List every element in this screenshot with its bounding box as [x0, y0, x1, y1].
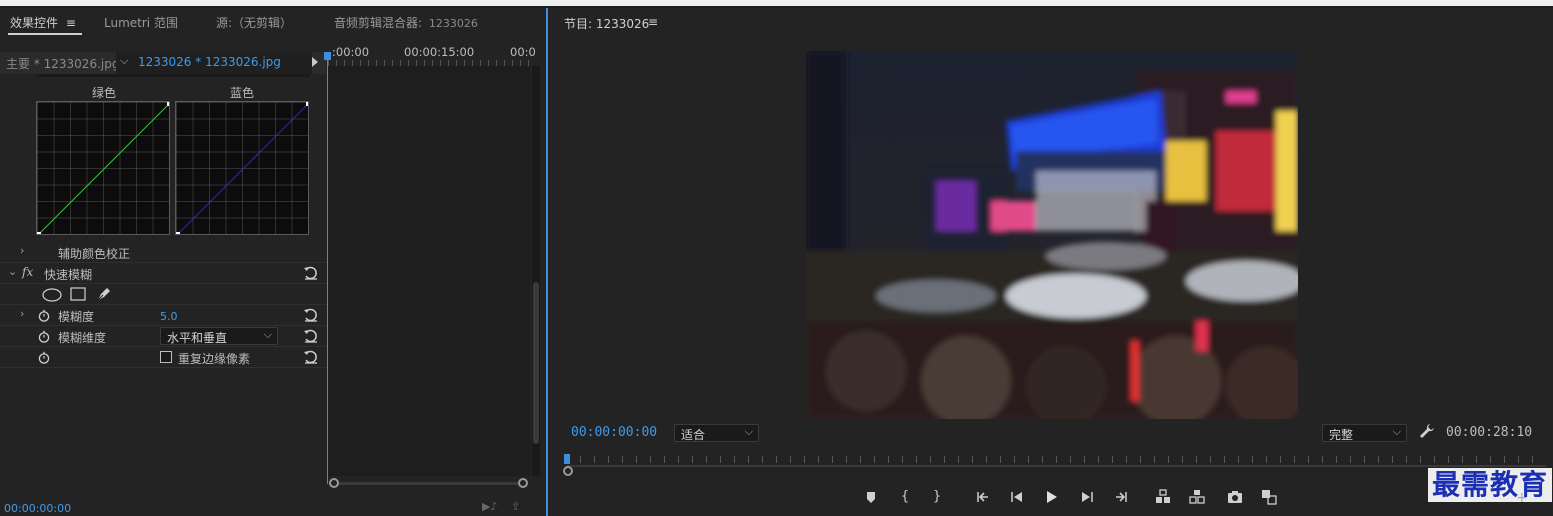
panel-menu-icon[interactable]: ≡	[648, 15, 658, 29]
tab-audio-clip-mixer-label: 音频剪辑混合器:	[334, 16, 423, 30]
chevron-down-icon: ⌵	[1392, 425, 1401, 438]
program-current-time[interactable]: 00:00:00:00	[571, 425, 657, 440]
curve-divider	[36, 74, 310, 77]
blur-dimensions-label: 模糊维度	[58, 331, 107, 345]
blue-curve-line	[176, 102, 308, 234]
export-icon[interactable]: ⇪	[511, 500, 520, 513]
step-forward-icon[interactable]	[1078, 488, 1096, 506]
program-time-ruler[interactable]	[563, 454, 1546, 478]
rectangle-mask-icon[interactable]	[70, 287, 86, 301]
timeline-start-label: :00:00	[332, 45, 370, 59]
clip-selector-bar: 主要 * 1233026.jpg ⌵ 1233026 * 1233026.jpg	[0, 52, 326, 74]
go-to-out-icon[interactable]	[1112, 488, 1130, 506]
chevron-down-icon: ⌵	[744, 425, 753, 438]
green-curve-label: 绿色	[92, 86, 117, 100]
green-curve-line	[37, 102, 169, 234]
reset-icon[interactable]	[303, 349, 319, 365]
reset-icon[interactable]	[303, 307, 319, 323]
blue-curve-graph[interactable]	[175, 101, 309, 235]
tab-lumetri-scopes[interactable]: Lumetri 范围	[104, 14, 178, 31]
tab-effect-controls-label: 效果控件	[10, 16, 59, 30]
playback-resolution-value: 完整	[1329, 428, 1354, 442]
watermark-logo: 最需教育	[1428, 468, 1553, 502]
timeline-end-label: 00:0	[510, 45, 536, 59]
zoom-level-value: 适合	[681, 428, 706, 442]
reset-icon[interactable]	[303, 328, 319, 344]
tab-audio-clip-mixer-seq: 1233026	[428, 17, 478, 30]
vertical-scrollbar-thumb[interactable]	[533, 282, 539, 444]
chevron-right-icon[interactable]: ›	[20, 244, 24, 257]
mark-in-icon[interactable]: {	[896, 488, 914, 506]
zoom-start-handle[interactable]	[329, 478, 339, 488]
effect-controls-timecode[interactable]: 00:00:00:00	[4, 502, 71, 515]
insert-icon[interactable]	[1154, 488, 1172, 506]
play-icon[interactable]	[1042, 488, 1060, 506]
program-monitor-panel: 节目: 1233026 ≡ 00:00:00:00 适合 ⌵ 完整 ⌵ 00:0…	[548, 8, 1553, 516]
program-video-frame[interactable]	[806, 51, 1298, 419]
master-clip-label[interactable]: 主要 * 1233026.jpg	[6, 55, 119, 72]
comparison-view-icon[interactable]	[1260, 488, 1278, 506]
tab-effect-controls[interactable]: 效果控件 ≡	[10, 14, 76, 31]
menu-bar	[0, 0, 1553, 6]
green-curve-graph[interactable]	[36, 101, 170, 235]
blurriness-value[interactable]: 5.0	[160, 310, 178, 323]
chevron-right-icon[interactable]: ›	[20, 307, 24, 320]
camera-icon[interactable]	[1226, 488, 1244, 506]
zoom-end-handle[interactable]	[518, 478, 528, 488]
add-button-icon[interactable]: +	[1516, 490, 1528, 506]
playback-resolution-dropdown[interactable]: 完整 ⌵	[1322, 424, 1407, 442]
step-back-icon[interactable]	[1008, 488, 1026, 506]
effect-controls-footer-icons: ▶♪ ⇪	[482, 500, 520, 513]
panel-tabs: 效果控件 ≡ Lumetri 范围 源:（无剪辑） 音频剪辑混合器: 12330…	[0, 8, 546, 36]
stopwatch-icon[interactable]	[38, 330, 50, 343]
night-street-image	[806, 51, 1298, 419]
ellipse-mask-icon[interactable]	[42, 288, 62, 302]
go-to-in-icon[interactable]	[974, 488, 992, 506]
stopwatch-icon[interactable]	[38, 309, 50, 322]
effect-timeline-area[interactable]	[328, 66, 530, 476]
blue-curve-label: 蓝色	[230, 86, 255, 100]
chevron-down-icon[interactable]: ⌄	[8, 265, 17, 278]
mark-out-icon[interactable]: }	[928, 488, 946, 506]
sequence-clip-selector[interactable]: ⌵ 1233026 * 1233026.jpg	[116, 52, 312, 74]
program-playhead[interactable]	[564, 454, 570, 464]
reset-icon[interactable]	[303, 265, 319, 281]
play-only-clip-icon[interactable]	[312, 57, 318, 67]
pen-mask-icon[interactable]	[96, 286, 112, 302]
program-duration: 00:00:28:10	[1446, 425, 1533, 440]
program-monitor-title[interactable]: 节目: 1233026	[564, 15, 649, 32]
chevron-down-icon: ⌵	[263, 328, 272, 341]
program-zoom-handle[interactable]	[563, 466, 573, 476]
zoom-level-dropdown[interactable]: 适合 ⌵	[674, 424, 759, 442]
timeline-zoom-scrollbar[interactable]	[328, 477, 530, 489]
playhead-line	[327, 52, 328, 484]
blurriness-label: 模糊度	[58, 310, 95, 324]
blur-dimensions-dropdown[interactable]: 水平和垂直 ⌵	[160, 327, 278, 345]
add-marker-icon[interactable]	[862, 488, 880, 506]
overwrite-icon[interactable]	[1188, 488, 1206, 506]
chevron-down-icon: ⌵	[120, 54, 129, 67]
tab-audio-clip-mixer[interactable]: 音频剪辑混合器: 1233026	[334, 14, 478, 31]
stopwatch-icon[interactable]	[38, 351, 50, 364]
fx-badge[interactable]: fx	[22, 265, 33, 279]
fast-blur-label: 快速模糊	[44, 268, 93, 282]
effect-timeline-ruler[interactable]: :00:00 00:00:15:00 00:0	[328, 44, 536, 66]
timeline-mid-label: 00:00:15:00	[404, 45, 475, 59]
repeat-edge-pixels-checkbox[interactable]	[160, 351, 172, 363]
wrench-icon[interactable]	[1419, 423, 1435, 439]
tab-source[interactable]: 源:（无剪辑）	[216, 14, 292, 31]
play-audio-icon[interactable]: ▶♪	[482, 500, 497, 513]
active-tab-underline	[8, 33, 82, 35]
panel-menu-icon[interactable]: ≡	[66, 16, 76, 30]
repeat-edge-pixels-label: 重复边缘像素	[178, 352, 251, 366]
secondary-correction-label: 辅助颜色校正	[58, 247, 131, 261]
blur-dimensions-value: 水平和垂直	[167, 331, 228, 345]
sequence-clip-label: 1233026 * 1233026.jpg	[138, 55, 281, 69]
